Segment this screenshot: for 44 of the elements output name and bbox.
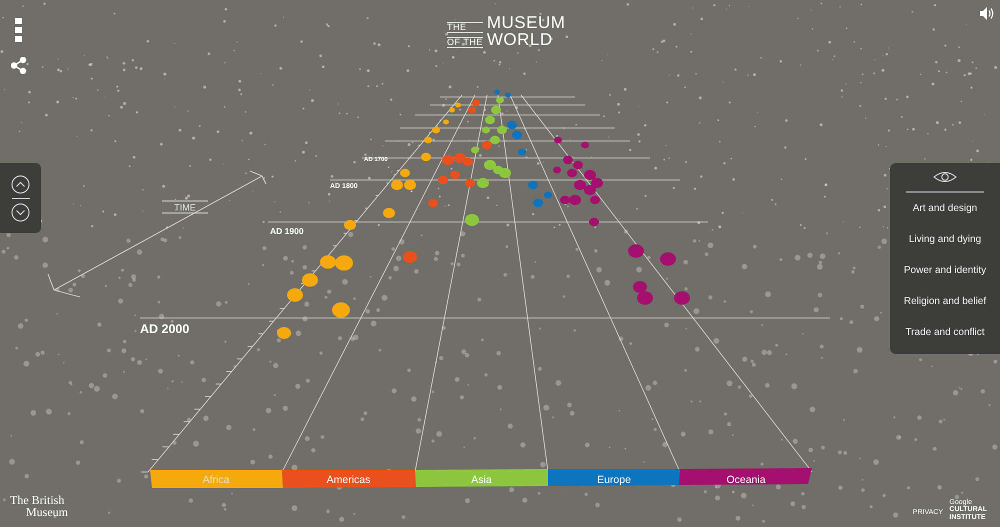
tick-mark <box>407 157 410 158</box>
theme-filter-item[interactable]: Religion and belief <box>904 294 986 309</box>
region-tab[interactable]: Oceania <box>679 468 812 486</box>
theme-filter-item[interactable]: Art and design <box>912 201 978 216</box>
tick-mark <box>204 396 212 397</box>
tick-mark <box>428 132 431 134</box>
speaker-icon[interactable] <box>980 7 994 20</box>
tick-mark <box>247 346 254 347</box>
museum-logo-text: The British <box>10 494 66 506</box>
eye-icon[interactable] <box>933 171 957 183</box>
scroll-up-button[interactable] <box>11 174 30 194</box>
tick-mark <box>354 220 358 222</box>
tick-mark <box>332 245 337 246</box>
tick-mark <box>258 333 264 334</box>
tick-mark <box>183 421 190 422</box>
axis-label: TIME <box>174 202 196 212</box>
tick-mark <box>172 434 180 435</box>
tick-mark <box>311 270 316 272</box>
tick-mark <box>375 195 379 196</box>
tick-mark <box>279 308 284 310</box>
share-icon[interactable] <box>11 57 27 74</box>
museum-logo-text: Museum <box>25 506 68 518</box>
logo-text: MUSEUM <box>486 14 566 31</box>
tick-mark <box>194 408 201 410</box>
menu-icon[interactable] <box>15 18 23 42</box>
tick-mark <box>236 358 243 360</box>
tick-mark <box>386 182 390 184</box>
tick-mark <box>418 144 421 146</box>
theme-filter-item[interactable]: Trade and conflict <box>905 325 985 340</box>
year-label: AD 2000 <box>140 322 190 336</box>
scroll-down-button[interactable] <box>11 202 30 222</box>
tick-mark <box>268 320 274 322</box>
theme-filter-item[interactable]: Living and dying <box>908 232 982 247</box>
logo-text: WORLD <box>486 31 554 48</box>
tick-mark <box>226 371 232 372</box>
tick-mark <box>151 459 159 460</box>
logo-text: THE <box>447 22 483 33</box>
region-tab[interactable]: Americas <box>282 470 416 488</box>
tick-mark <box>343 232 348 234</box>
theme-filter-item[interactable]: Power and identity <box>904 263 986 278</box>
logo-text: OF THE <box>447 37 483 48</box>
year-label: AD 1900 <box>270 226 304 236</box>
tick-mark <box>162 446 170 448</box>
region-tab[interactable]: Europe <box>548 469 680 486</box>
